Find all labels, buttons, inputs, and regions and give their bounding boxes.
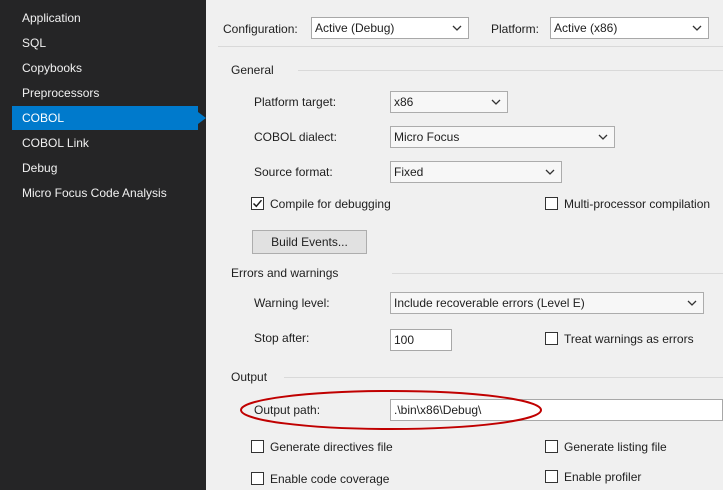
section-title-general: General — [231, 63, 274, 77]
errors-divider — [392, 273, 723, 274]
sidebar-item-application[interactable]: Application — [12, 6, 198, 30]
output-divider — [284, 377, 723, 378]
platform-target-label: Platform target: — [254, 95, 337, 109]
output-path-label: Output path: — [254, 403, 321, 417]
platform-label-text: Platform: — [491, 22, 540, 36]
configuration-label: Configuration: — [223, 22, 298, 36]
stop-after-input[interactable]: 100 — [390, 329, 452, 351]
warning-level-value: Include recoverable errors (Level E) — [394, 296, 585, 310]
configuration-value: Active (Debug) — [315, 21, 395, 35]
enable-profiler-checkbox[interactable] — [545, 470, 558, 483]
general-divider — [298, 70, 723, 71]
enable-code-coverage-label: Enable code coverage — [270, 472, 390, 486]
header-divider — [218, 46, 723, 47]
source-format-label: Source format: — [254, 165, 333, 179]
sidebar-item-sql[interactable]: SQL — [12, 31, 198, 55]
generate-directives-label: Generate directives file — [270, 440, 393, 454]
compile-for-debugging-label: Compile for debugging — [270, 197, 391, 211]
platform-target-value: x86 — [394, 95, 414, 109]
chevron-down-icon — [598, 134, 608, 140]
multiprocessor-checkbox[interactable] — [545, 197, 558, 210]
multiprocessor-label: Multi-processor compilation — [564, 197, 711, 211]
compile-for-debugging-checkbox[interactable] — [251, 197, 264, 210]
chevron-down-icon — [692, 25, 702, 31]
treat-warnings-label: Treat warnings as errors — [564, 332, 694, 346]
source-format-select[interactable]: Fixed — [390, 161, 562, 183]
platform-target-select[interactable]: x86 — [390, 91, 508, 113]
section-title-errors: Errors and warnings — [231, 266, 339, 280]
enable-code-coverage-checkbox[interactable] — [251, 472, 264, 485]
chevron-down-icon — [687, 300, 697, 306]
sidebar-item-copybooks[interactable]: Copybooks — [12, 56, 198, 80]
build-events-button[interactable]: Build Events... — [252, 230, 367, 254]
generate-directives-checkbox[interactable] — [251, 440, 264, 453]
generate-listing-checkbox[interactable] — [545, 440, 558, 453]
sidebar-item-debug[interactable]: Debug — [12, 156, 198, 180]
chevron-down-icon — [452, 25, 462, 31]
section-title-output: Output — [231, 370, 268, 384]
source-format-value: Fixed — [394, 165, 424, 179]
configuration-select[interactable]: Active (Debug) — [311, 17, 469, 39]
stop-after-label: Stop after: — [254, 331, 310, 345]
enable-profiler-label: Enable profiler — [564, 470, 642, 484]
sidebar-item-preprocessors[interactable]: Preprocessors — [12, 81, 198, 105]
cobol-dialect-value: Micro Focus — [394, 130, 460, 144]
cobol-dialect-label: COBOL dialect: — [254, 130, 337, 144]
warning-level-select[interactable]: Include recoverable errors (Level E) — [390, 292, 704, 314]
chevron-down-icon — [545, 169, 555, 175]
checkmark-icon — [252, 199, 263, 208]
platform-select[interactable]: Active (x86) — [550, 17, 709, 39]
chevron-down-icon — [491, 99, 501, 105]
warning-level-label: Warning level: — [254, 296, 330, 310]
generate-listing-label: Generate listing file — [564, 440, 667, 454]
sidebar-nav: Application SQL Copybooks Preprocessors … — [0, 0, 206, 490]
treat-warnings-checkbox[interactable] — [545, 332, 558, 345]
output-path-input[interactable]: .\bin\x86\Debug\ — [390, 399, 723, 421]
sidebar-item-cobol-link[interactable]: COBOL Link — [12, 131, 198, 155]
sidebar-item-cobol[interactable]: COBOL — [12, 106, 206, 130]
platform-value: Active (x86) — [554, 21, 618, 35]
sidebar-item-code-analysis[interactable]: Micro Focus Code Analysis — [12, 181, 198, 205]
properties-panel: Configuration: Active (Debug) Platform: … — [206, 0, 723, 490]
cobol-dialect-select[interactable]: Micro Focus — [390, 126, 615, 148]
